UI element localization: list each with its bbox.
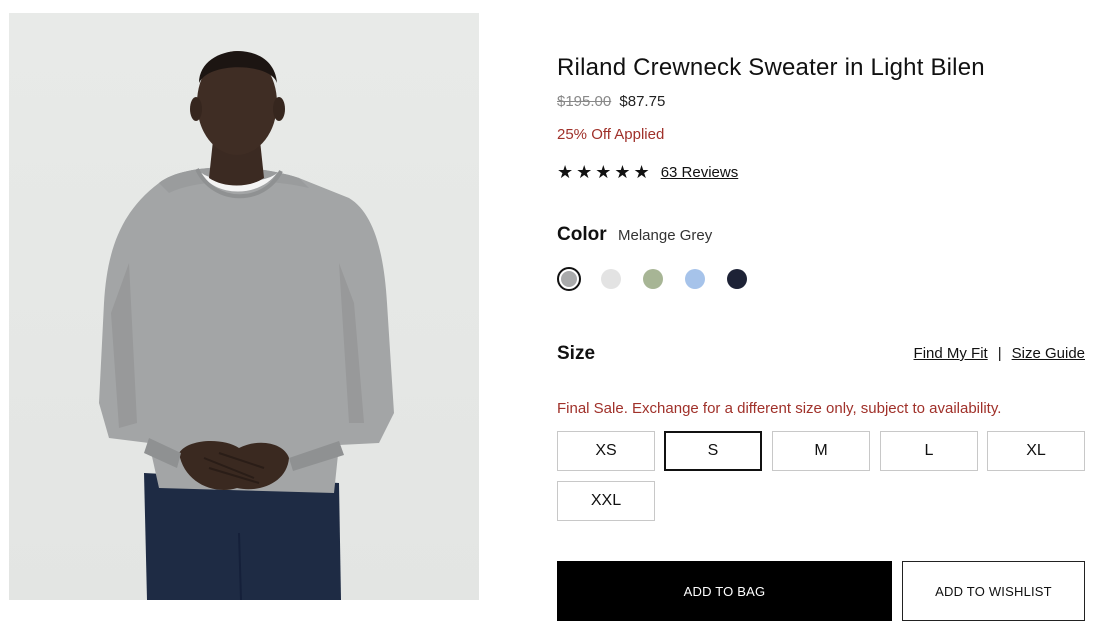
add-to-wishlist-button[interactable]: ADD TO WISHLIST xyxy=(902,561,1085,621)
product-title: Riland Crewneck Sweater in Light Bilen xyxy=(557,54,985,81)
size-option-xs[interactable]: XS xyxy=(557,431,655,471)
swatch-navy[interactable] xyxy=(725,267,749,291)
swatch-dot xyxy=(643,269,663,289)
model-illustration xyxy=(99,51,394,600)
swatch-dot xyxy=(685,269,705,289)
color-label: Color xyxy=(557,224,607,245)
swatch-dot xyxy=(727,269,747,289)
size-option-xl[interactable]: XL xyxy=(987,431,1085,471)
reviews-link[interactable]: 63 Reviews xyxy=(661,164,739,181)
product-image[interactable] xyxy=(9,13,479,600)
swatch-melange-grey[interactable] xyxy=(557,267,581,291)
final-sale-note: Final Sale. Exchange for a different siz… xyxy=(557,400,1002,417)
add-to-bag-button[interactable]: ADD TO BAG xyxy=(557,561,892,621)
discount-note: 25% Off Applied xyxy=(557,126,665,143)
color-swatches xyxy=(557,267,757,291)
rating-row: ★★★★★ 63 Reviews xyxy=(557,162,738,183)
selected-color-name: Melange Grey xyxy=(618,227,713,244)
price-row: $195.00 $87.75 xyxy=(557,93,665,110)
product-details: Riland Crewneck Sweater in Light Bilen $… xyxy=(557,0,1085,641)
size-option-l[interactable]: L xyxy=(880,431,978,471)
size-guide-link[interactable]: Size Guide xyxy=(1012,345,1085,362)
swatch-sage[interactable] xyxy=(641,267,665,291)
size-label: Size xyxy=(557,343,596,364)
link-separator: | xyxy=(997,345,1002,362)
star-rating-icon: ★★★★★ xyxy=(557,162,653,182)
size-option-m[interactable]: M xyxy=(772,431,870,471)
swatch-light-grey[interactable] xyxy=(599,267,623,291)
size-option-xxl[interactable]: XXL xyxy=(557,481,655,521)
original-price: $195.00 xyxy=(557,93,612,110)
size-option-s[interactable]: S xyxy=(664,431,762,471)
fit-links: Find My Fit | Size Guide xyxy=(914,345,1085,362)
find-my-fit-link[interactable]: Find My Fit xyxy=(914,345,988,362)
swatch-light-blue[interactable] xyxy=(683,267,707,291)
swatch-dot xyxy=(561,271,577,287)
swatch-dot xyxy=(601,269,621,289)
sale-price: $87.75 xyxy=(619,93,666,110)
